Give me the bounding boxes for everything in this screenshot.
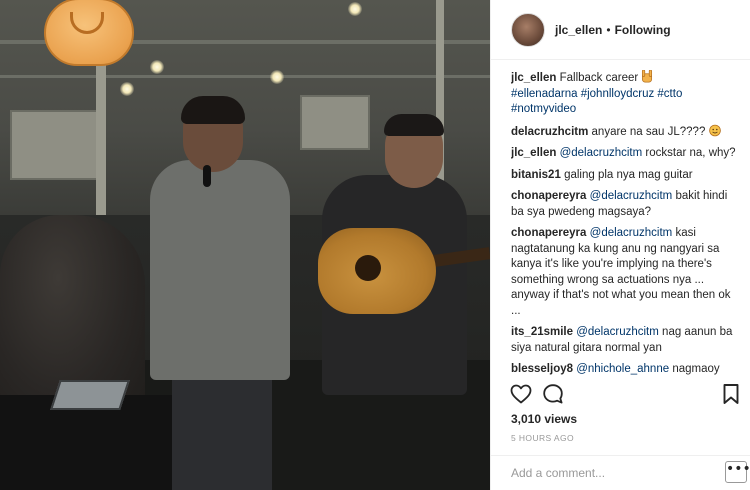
guitar-soundhole [355, 255, 381, 281]
post-header: jlc_ellen • Following [491, 0, 750, 60]
caption-username[interactable]: jlc_ellen [511, 72, 556, 84]
list-item: chonapereyra @delacruzhcitm bakit hindi … [511, 189, 743, 220]
ceiling-light [270, 70, 284, 84]
singer-figure-hair [181, 96, 245, 124]
bookmark-icon[interactable] [719, 382, 743, 406]
comment-mention[interactable]: @delacruzhcitm [590, 190, 673, 202]
smile-emoji-icon [708, 124, 721, 136]
list-item: chonapereyra @delacruzhcitm kasi nagtata… [511, 226, 743, 319]
post-timestamp: 5 HOURS AGO [511, 433, 574, 443]
comment-text: galing pla nya mag guitar [564, 168, 693, 181]
caption-text: Fallback career [559, 72, 639, 84]
singer-figure-legs [172, 370, 272, 490]
comment-input[interactable] [511, 463, 711, 483]
list-item: delacruzhcitm anyare na sau JL???? [511, 124, 743, 141]
comment-mention[interactable]: @delacruzhcitm [576, 326, 659, 338]
following-button[interactable]: Following [615, 23, 671, 37]
comment-username[interactable]: its_21smile [511, 326, 573, 338]
rock-hand-emoji-icon [642, 70, 653, 83]
avatar[interactable] [511, 12, 545, 47]
list-item: its_21smile @delacruzhcitm nag aanun ba … [511, 325, 743, 356]
comment-mention[interactable]: @delacruzhcitm [560, 147, 643, 159]
caption-hashtags[interactable]: #ellenadarna #johnlloydcruz #ctto #notmy… [511, 88, 682, 116]
comment-username[interactable]: chonapereyra [511, 190, 586, 202]
comment-mention[interactable]: @delacruzhcitm [590, 227, 673, 239]
header-separator: • [606, 22, 611, 37]
list-item: jlc_ellen @delacruzhcitm rockstar na, wh… [511, 146, 743, 162]
comment-mention[interactable]: @nhichole_ahnne [576, 363, 669, 375]
list-item: blesseljoy8 @nhichole_ahnne nagmaoy haha [511, 362, 743, 375]
comment-text: anyare na sau JL???? [591, 125, 706, 138]
caption: jlc_ellen Fallback career #ellenadarna #… [511, 70, 743, 118]
guitarist-figure-hair [384, 114, 444, 136]
microphone-icon [203, 165, 211, 187]
laptop-figure [50, 380, 130, 410]
comment-username[interactable]: jlc_ellen [511, 147, 556, 159]
comment-username[interactable]: bitanis21 [511, 169, 561, 181]
comment-text: rockstar na, why? [645, 147, 736, 159]
heart-icon[interactable] [509, 382, 533, 406]
comment-list[interactable]: jlc_ellen Fallback career #ellenadarna #… [511, 70, 743, 375]
comment-username[interactable]: delacruzhcitm [511, 126, 588, 138]
post-actions [509, 380, 743, 410]
ceiling-light [150, 60, 164, 74]
background-window [10, 110, 105, 180]
background-window [300, 95, 370, 150]
comment-username[interactable]: chonapereyra [511, 227, 586, 239]
post-sidebar: jlc_ellen • Following jlc_ellen Fallback… [490, 0, 750, 490]
more-options-button[interactable]: ••• [725, 461, 750, 483]
ceiling-light [120, 82, 134, 96]
rock-hand-emoji-overlay [44, 0, 134, 70]
comment-username[interactable]: blesseljoy8 [511, 363, 573, 375]
list-item: bitanis21 galing pla nya mag guitar [511, 168, 743, 184]
ceiling-light [348, 2, 362, 16]
comment-text: kasi nagtatanung ka kung anu ng nangyari… [511, 227, 731, 317]
add-comment-bar: ••• [491, 455, 750, 490]
singer-figure-body [150, 160, 290, 380]
header-username[interactable]: jlc_ellen [555, 23, 602, 37]
view-count[interactable]: 3,010 views [511, 412, 577, 426]
ceiling-beam [0, 75, 490, 78]
comment-bubble-icon[interactable] [541, 382, 565, 406]
post-video[interactable] [0, 0, 490, 490]
